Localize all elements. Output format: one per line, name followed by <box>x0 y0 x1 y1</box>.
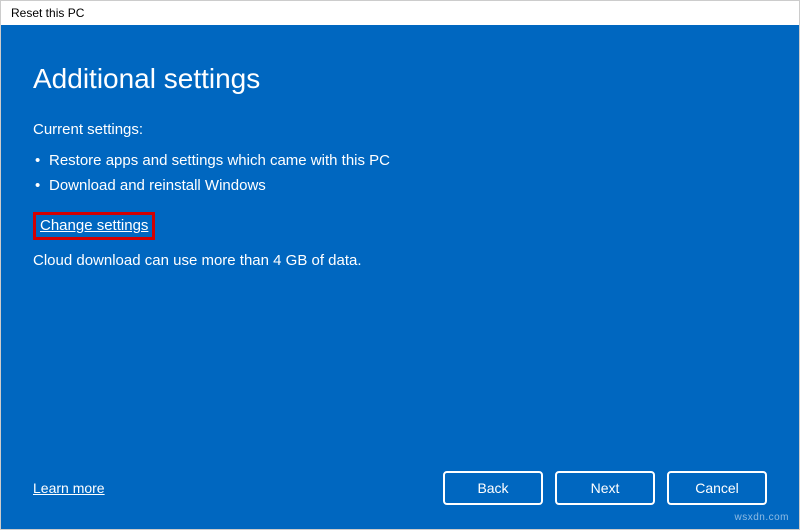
content-pane: Additional settings Current settings: Re… <box>1 25 799 529</box>
watermark: wsxdn.com <box>734 512 789 523</box>
footer: Learn more Back Next Cancel <box>33 471 767 505</box>
settings-list: Restore apps and settings which came wit… <box>33 148 767 198</box>
cancel-button[interactable]: Cancel <box>667 471 767 505</box>
cloud-download-note: Cloud download can use more than 4 GB of… <box>33 252 767 269</box>
button-row: Back Next Cancel <box>443 471 767 505</box>
page-title: Additional settings <box>33 63 767 95</box>
back-button[interactable]: Back <box>443 471 543 505</box>
highlight-box: Change settings <box>33 212 155 240</box>
list-item: Restore apps and settings which came wit… <box>33 148 767 173</box>
window-titlebar: Reset this PC <box>1 1 799 25</box>
next-button[interactable]: Next <box>555 471 655 505</box>
list-item: Download and reinstall Windows <box>33 173 767 198</box>
reset-pc-window: Reset this PC Additional settings Curren… <box>0 0 800 530</box>
change-settings-link[interactable]: Change settings <box>40 217 148 234</box>
learn-more-link[interactable]: Learn more <box>33 480 105 496</box>
window-title: Reset this PC <box>11 6 84 20</box>
current-settings-label: Current settings: <box>33 121 767 138</box>
